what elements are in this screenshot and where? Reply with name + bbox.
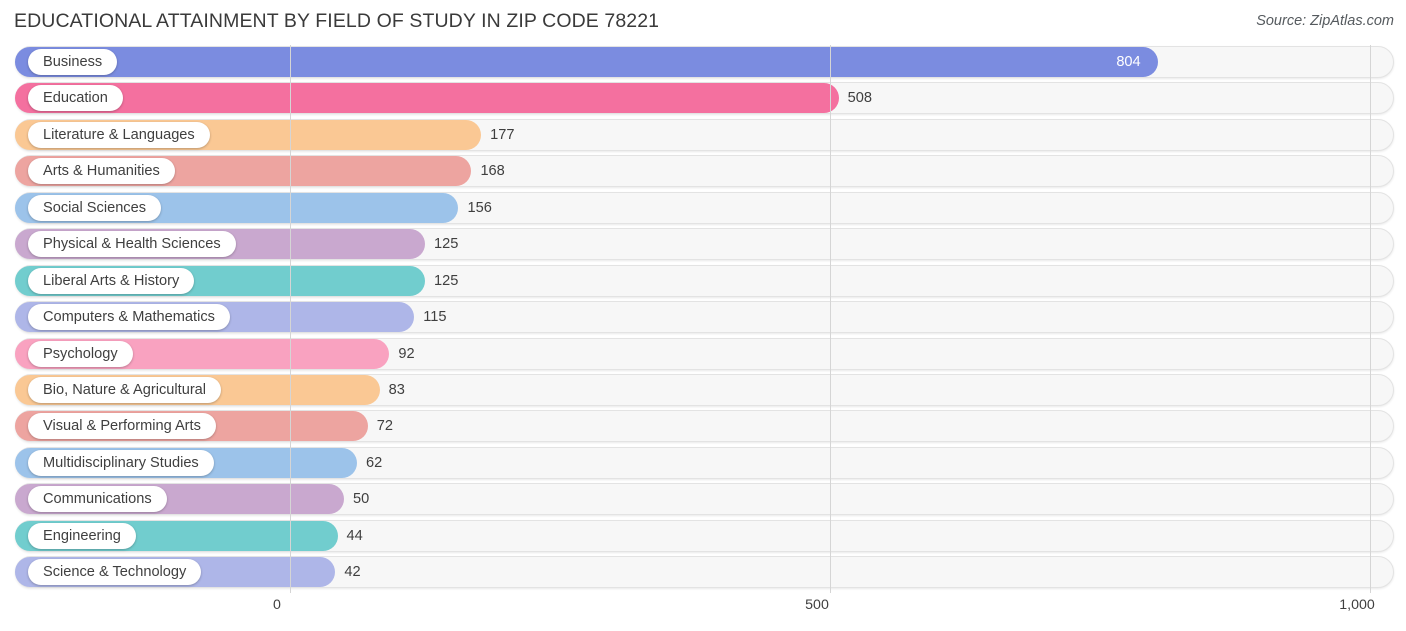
bar-value-label: 168 <box>480 163 505 180</box>
bar-category-label: Physical & Health Sciences <box>43 236 221 253</box>
x-axis-tick-label: 500 <box>805 597 829 613</box>
bar-category-pill: Social Sciences <box>28 194 162 221</box>
bar-category-pill: Psychology <box>28 340 133 367</box>
source-attribution: Source: ZipAtlas.com <box>1256 13 1394 29</box>
bar-value-label: 125 <box>434 236 459 253</box>
bar-row[interactable]: Business 804 <box>0 45 1406 79</box>
bar-row[interactable]: Liberal Arts & History 125 <box>0 264 1406 298</box>
bar-row[interactable]: Arts & Humanities 168 <box>0 154 1406 188</box>
bar-category-label: Bio, Nature & Agricultural <box>43 381 207 398</box>
bar-category-label: Visual & Performing Arts <box>43 418 201 435</box>
bar-row[interactable]: Engineering 44 <box>0 519 1406 553</box>
bar-row[interactable]: Bio, Nature & Agricultural 83 <box>0 373 1406 407</box>
bar-row[interactable]: Social Sciences 156 <box>0 191 1406 225</box>
bar-fill[interactable] <box>15 83 839 114</box>
bar-category-label: Science & Technology <box>43 564 187 581</box>
bar-category-pill: Science & Technology <box>28 559 202 586</box>
bar-category-label: Business <box>43 54 103 70</box>
bar-category-pill: Business <box>28 49 118 75</box>
bar-category-label: Computers & Mathematics <box>43 309 215 326</box>
bar-row[interactable]: Literature & Languages 177 <box>0 118 1406 152</box>
bar-category-label: Psychology <box>43 345 118 362</box>
bar-chart-plot: Business 804 Education 508 Literature & Lang… <box>0 45 1406 593</box>
bar-category-label: Communications <box>43 491 152 508</box>
bar-category-pill: Education <box>28 85 123 112</box>
bar-category-pill: Engineering <box>28 522 136 549</box>
bar-value-label: 115 <box>423 309 447 326</box>
bar-value-label: 508 <box>847 90 872 107</box>
bar-category-pill: Bio, Nature & Agricultural <box>28 376 222 403</box>
bar-value-label: 62 <box>365 454 383 471</box>
bar-value-label: 42 <box>344 564 361 581</box>
bar-fill[interactable] <box>15 47 1159 77</box>
bar-row[interactable]: Science & Technology 42 <box>0 555 1406 589</box>
bar-category-pill: Liberal Arts & History <box>28 267 195 294</box>
bar-value-label: 50 <box>353 491 370 508</box>
chart-page: EDUCATIONAL ATTAINMENT BY FIELD OF STUDY… <box>0 0 1406 631</box>
page-title: EDUCATIONAL ATTAINMENT BY FIELD OF STUDY… <box>14 10 660 32</box>
bar-row[interactable]: Education 508 <box>0 81 1406 115</box>
bar-category-label: Social Sciences <box>43 199 147 216</box>
x-axis-tick-label: 0 <box>273 597 281 613</box>
bar-value-label: 177 <box>490 126 515 143</box>
bar-row[interactable]: Computers & Mathematics 115 <box>0 300 1406 334</box>
bar-row[interactable]: Psychology 92 <box>0 337 1406 371</box>
bar-category-pill: Multidisciplinary Studies <box>28 449 214 476</box>
bar-value-label: 92 <box>398 345 415 362</box>
bar-category-pill: Physical & Health Sciences <box>28 231 236 258</box>
bar-value-label: 44 <box>346 527 363 544</box>
bar-value-label: 804 <box>1116 54 1141 70</box>
bar-rows: Business 804 Education 508 Literature & Lang… <box>0 45 1406 592</box>
x-axis-tick-label: 1,000 <box>1339 597 1375 613</box>
x-axis: 0 500 1,000 <box>0 593 1406 631</box>
bar-category-pill: Arts & Humanities <box>28 158 175 185</box>
bar-category-label: Engineering <box>43 527 121 544</box>
bar-category-label: Liberal Arts & History <box>43 272 180 289</box>
bar-category-pill: Communications <box>28 486 167 513</box>
bar-category-pill: Visual & Performing Arts <box>28 413 216 440</box>
bar-category-pill: Computers & Mathematics <box>28 304 230 331</box>
chart-header: EDUCATIONAL ATTAINMENT BY FIELD OF STUDY… <box>0 0 1406 45</box>
bar-value-label: 156 <box>467 199 492 216</box>
bar-category-label: Education <box>43 90 108 107</box>
bar-row[interactable]: Communications 50 <box>0 482 1406 516</box>
bar-category-label: Multidisciplinary Studies <box>43 454 199 471</box>
bar-row[interactable]: Physical & Health Sciences 125 <box>0 227 1406 261</box>
bar-value-label: 125 <box>434 272 459 289</box>
bar-row[interactable]: Multidisciplinary Studies 62 <box>0 446 1406 480</box>
bar-category-pill: Literature & Languages <box>28 121 210 148</box>
bar-row[interactable]: Visual & Performing Arts 72 <box>0 409 1406 443</box>
bar-category-label: Literature & Languages <box>43 126 195 143</box>
bar-category-label: Arts & Humanities <box>43 163 160 180</box>
bar-value-label: 72 <box>376 418 393 435</box>
bar-value-label: 83 <box>388 381 405 398</box>
